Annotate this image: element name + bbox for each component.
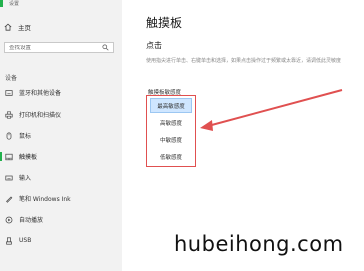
printer-icon [4, 110, 14, 119]
search-icon[interactable] [102, 44, 109, 51]
sidebar-item-label: 蓝牙和其他设备 [19, 90, 62, 97]
dropdown-option-high[interactable]: 高敏感度 [150, 115, 192, 130]
window-title: 设置 [9, 1, 20, 7]
watermark-text: hubeihong.com [174, 232, 344, 256]
dropdown-option-medium[interactable]: 中敏感度 [150, 132, 192, 147]
dropdown-option-highest[interactable]: 最高敏感度 [150, 98, 192, 113]
sidebar-item-usb[interactable]: USB [0, 234, 122, 247]
sidebar-item-label: USB [19, 237, 32, 244]
home-icon [4, 23, 12, 31]
section-label-devices: 设备 [5, 75, 18, 82]
sidebar-item-autoplay[interactable]: 自动播放 [0, 213, 122, 226]
sidebar-item-label: 鼠标 [19, 133, 32, 140]
sidebar-item-label: 打印机和扫描仪 [19, 112, 62, 119]
sidebar-item-mouse[interactable]: 鼠标 [0, 129, 122, 142]
touchpad-icon [4, 153, 14, 161]
sidebar-item-label: 触摸板 [19, 154, 38, 161]
sidebar-item-printers[interactable]: 打印机和扫描仪 [0, 108, 122, 121]
search-box[interactable] [4, 42, 114, 53]
sidebar-item-touchpad[interactable]: 触摸板 [0, 150, 122, 163]
sidebar-item-label: 自动播放 [19, 217, 44, 224]
annotation-arrow [200, 89, 343, 131]
sidebar-item-bluetooth[interactable]: 蓝牙和其他设备 [0, 86, 122, 99]
mouse-icon [4, 131, 14, 140]
search-input[interactable] [9, 44, 99, 51]
dropdown-option-low[interactable]: 低敏感度 [150, 149, 192, 164]
page-title: 触摸板 [146, 16, 183, 30]
home-link[interactable]: 主页 [4, 21, 31, 33]
sensitivity-dropdown[interactable]: 最高敏感度 高敏感度 中敏感度 低敏感度 [146, 95, 196, 167]
sidebar-item-typing[interactable]: 输入 [0, 171, 122, 184]
pen-icon [4, 195, 14, 203]
sidebar: 设置 主页 设备 蓝牙和其他设备 打印机和扫描仪 鼠标 [0, 0, 122, 271]
app-accent-mark [0, 0, 3, 7]
main-content: 触摸板 点击 使用指尖进行单击、右键单击和选择，如果点击操作过于频繁或太靠近，请… [122, 0, 364, 271]
sidebar-item-label: 笔和 Windows Ink [19, 196, 71, 203]
autoplay-icon [4, 216, 14, 224]
section-heading-tap: 点击 [146, 41, 162, 50]
title-bar: 设置 [0, 0, 122, 8]
sidebar-item-pen[interactable]: 笔和 Windows Ink [0, 192, 122, 205]
keyboard-icon [4, 174, 14, 182]
sidebar-item-label: 输入 [19, 175, 32, 182]
bluetooth-icon [4, 89, 14, 97]
home-label: 主页 [18, 24, 31, 32]
tap-description: 使用指尖进行单击、右键单击和选择，如果点击操作过于频繁或太靠近，请调低此灵敏度 [146, 58, 342, 64]
usb-icon [4, 236, 14, 245]
